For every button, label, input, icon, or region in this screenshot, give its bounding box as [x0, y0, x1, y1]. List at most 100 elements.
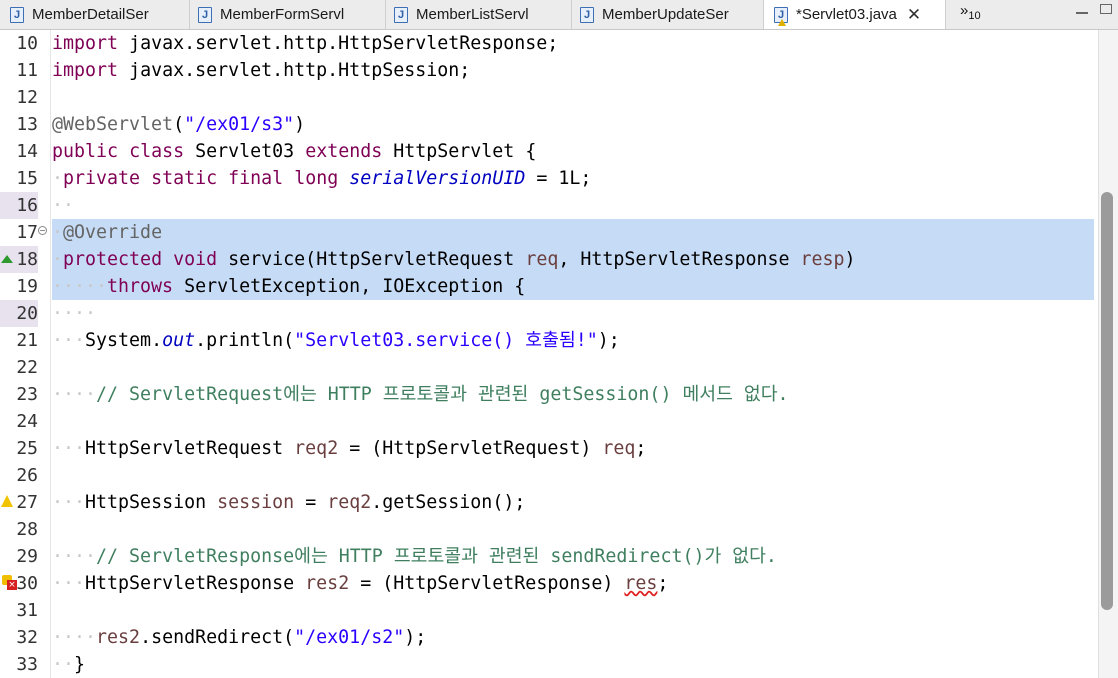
code-text[interactable]: ····// ServletRequest에는 HTTP 프로토콜과 관련된 g…: [52, 381, 1094, 408]
line-number: 12: [16, 87, 38, 108]
code-token: extends: [305, 141, 383, 162]
tab-member-form[interactable]: J MemberFormServl: [190, 0, 386, 29]
code-line[interactable]: 28: [0, 516, 1094, 543]
code-token: res2: [305, 573, 350, 594]
code-line[interactable]: 10 import javax.servlet.http.HttpServletR…: [0, 30, 1094, 57]
tab-member-update[interactable]: J MemberUpdateSer: [572, 0, 764, 29]
code-line[interactable]: 22: [0, 354, 1094, 381]
code-line[interactable]: 26: [0, 462, 1094, 489]
code-text[interactable]: [52, 462, 1094, 489]
error-x-icon: ×: [7, 580, 17, 590]
code-line[interactable]: 15 ·private static final long serialVersi…: [0, 165, 1094, 192]
code-text[interactable]: ····// ServletResponse에는 HTTP 프로토콜과 관련된 …: [52, 543, 1094, 570]
code-text[interactable]: ····: [52, 300, 1094, 327]
java-file-icon: J: [198, 6, 212, 23]
code-line[interactable]: 12: [0, 84, 1094, 111]
code-token: ;: [635, 438, 647, 459]
code-line[interactable]: 25 ···HttpServletRequest req2 = (HttpServ…: [0, 435, 1094, 462]
code-text[interactable]: public class Servlet03 extends HttpServl…: [52, 138, 1094, 165]
code-line[interactable]: 24: [0, 408, 1094, 435]
code-text[interactable]: ·protected void service(HttpServletReque…: [52, 246, 1094, 273]
code-line[interactable]: 20 ····: [0, 300, 1094, 327]
code-token: );: [597, 330, 620, 351]
maximize-icon[interactable]: [1100, 4, 1112, 14]
code-text[interactable]: [52, 84, 1094, 111]
code-text[interactable]: ·····throws ServletException, IOExceptio…: [52, 273, 1094, 300]
code-token: // ServletResponse에는 HTTP 프로토콜과 관련된 send…: [96, 546, 777, 567]
line-number: 17: [16, 222, 38, 243]
code-token: ): [844, 249, 856, 270]
java-file-icon: J: [580, 6, 594, 23]
code-text[interactable]: [52, 354, 1094, 381]
code-text[interactable]: ·@Override: [52, 219, 1094, 246]
code-token: ··: [52, 195, 75, 216]
code-line[interactable]: 33 ··}: [0, 651, 1094, 678]
scrollbar-thumb[interactable]: [1101, 192, 1113, 610]
code-text[interactable]: [52, 597, 1094, 624]
code-line[interactable]: 14 public class Servlet03 extends HttpSer…: [0, 138, 1094, 165]
code-text[interactable]: ···HttpServletResponse res2 = (HttpServl…: [52, 570, 1094, 597]
minimize-icon[interactable]: [1076, 12, 1088, 14]
error-icon[interactable]: ×: [2, 575, 17, 590]
code-text[interactable]: [52, 516, 1094, 543]
code-token: req: [602, 438, 636, 459]
line-number: 33: [16, 654, 38, 675]
warning-icon[interactable]: [1, 495, 13, 507]
code-token: req: [525, 249, 559, 270]
code-text[interactable]: ·private static final long serialVersion…: [52, 165, 1094, 192]
code-token: res: [624, 573, 658, 594]
code-token: public: [52, 141, 119, 162]
code-text[interactable]: import javax.servlet.http.HttpSession;: [52, 57, 1094, 84]
tab-overflow-button[interactable]: »10: [960, 2, 981, 22]
tab-member-list[interactable]: J MemberListServl: [386, 0, 572, 29]
code-line[interactable]: 16 ··: [0, 192, 1094, 219]
code-line[interactable]: 21 ···System.out.println("Servlet03.servi…: [0, 327, 1094, 354]
code-line[interactable]: 31: [0, 597, 1094, 624]
code-line[interactable]: 30 × ···HttpServletResponse res2 = (HttpSe…: [0, 570, 1094, 597]
code-line[interactable]: 19 ·····throws ServletException, IOExcept…: [0, 273, 1094, 300]
line-number: 28: [16, 519, 38, 540]
code-token: );: [404, 627, 427, 648]
code-token: res2: [96, 627, 141, 648]
code-line[interactable]: 11 import javax.servlet.http.HttpSession;: [0, 57, 1094, 84]
line-number: 11: [16, 60, 38, 81]
vertical-scrollbar[interactable]: [1098, 30, 1118, 678]
code-text[interactable]: ··}: [52, 651, 1094, 678]
code-text[interactable]: ··: [52, 192, 1094, 219]
code-token: , HttpServletResponse: [558, 249, 790, 270]
code-line[interactable]: 17− ·@Override: [0, 219, 1094, 246]
code-text[interactable]: import javax.servlet.http.HttpServletRes…: [52, 30, 1094, 57]
code-text[interactable]: @WebServlet("/ex01/s3"): [52, 111, 1094, 138]
code-token: ····: [52, 627, 97, 648]
tab-servlet03[interactable]: J *Servlet03.java ✕: [764, 0, 946, 29]
code-text[interactable]: ···System.out.println("Servlet03.service…: [52, 327, 1094, 354]
tab-label: MemberUpdateSer: [602, 6, 729, 23]
code-line[interactable]: 18 ·protected void service(HttpServletReq…: [0, 246, 1094, 273]
fold-toggle-icon[interactable]: −: [38, 226, 47, 235]
code-line[interactable]: 27 ···HttpSession session = req2.getSessi…: [0, 489, 1094, 516]
tab-label: MemberDetailSer: [32, 6, 149, 23]
code-token: "Servlet03.service() 호출됨!": [294, 330, 598, 351]
java-file-icon: J: [10, 6, 24, 23]
code-token: ····: [52, 384, 97, 405]
tab-member-detail[interactable]: J MemberDetailSer: [0, 0, 190, 29]
code-text[interactable]: ···HttpSession session = req2.getSession…: [52, 489, 1094, 516]
code-text[interactable]: [52, 408, 1094, 435]
code-token: ···: [52, 492, 86, 513]
close-icon[interactable]: ✕: [907, 6, 921, 23]
code-line[interactable]: 13 @WebServlet("/ex01/s3"): [0, 111, 1094, 138]
code-token: req2: [327, 492, 372, 513]
code-token: ·: [52, 222, 64, 243]
code-token: System.: [85, 330, 163, 351]
code-token: ·····: [52, 276, 108, 297]
code-line[interactable]: 29 ····// ServletResponse에는 HTTP 프로토콜과 관련…: [0, 543, 1094, 570]
override-indicator-icon: [1, 255, 13, 263]
code-editor[interactable]: 10 import javax.servlet.http.HttpServletR…: [0, 30, 1098, 678]
code-line[interactable]: 32 ····res2.sendRedirect("/ex01/s2");: [0, 624, 1094, 651]
code-token: = 1L;: [536, 168, 592, 189]
code-text[interactable]: ···HttpServletRequest req2 = (HttpServle…: [52, 435, 1094, 462]
code-text[interactable]: ····res2.sendRedirect("/ex01/s2");: [52, 624, 1094, 651]
code-line[interactable]: 23 ····// ServletRequest에는 HTTP 프로토콜과 관련된…: [0, 381, 1094, 408]
code-token: ····: [52, 546, 97, 567]
code-token: .sendRedirect(: [140, 627, 295, 648]
